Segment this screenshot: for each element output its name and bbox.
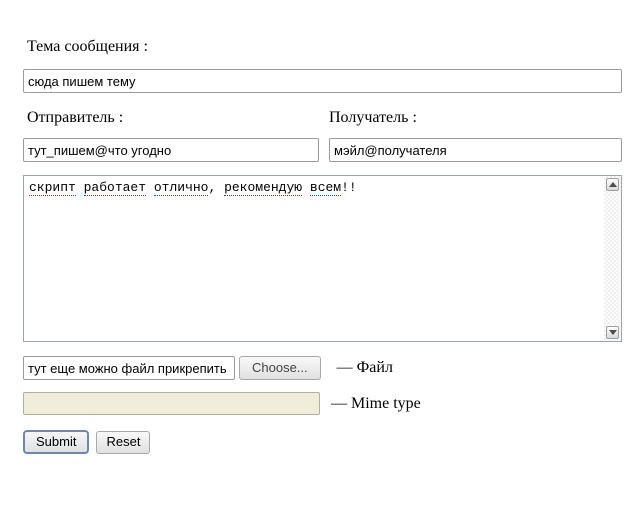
sender-label: Отправитель : <box>23 109 319 127</box>
down-arrow-icon <box>609 330 617 335</box>
recipient-label: Получатель : <box>329 109 622 127</box>
address-row: Отправитель : Получатель : <box>23 109 622 162</box>
mime-type-input[interactable] <box>23 392 320 415</box>
reset-button[interactable]: Reset <box>96 431 150 454</box>
mail-form: Тема сообщения : Отправитель : Получател… <box>0 0 638 454</box>
scrollbar-up-button[interactable] <box>606 178 619 191</box>
mime-label: — Mime type <box>331 395 421 413</box>
subject-label: Тема сообщения : <box>23 38 622 56</box>
textarea-scrollbar[interactable] <box>604 176 621 341</box>
scrollbar-down-button[interactable] <box>606 326 619 339</box>
file-label: — Файл <box>337 359 393 377</box>
recipient-input[interactable] <box>329 138 622 162</box>
up-arrow-icon <box>609 182 617 187</box>
buttons-row: Submit Reset <box>23 430 622 454</box>
choose-file-button[interactable]: Choose... <box>239 356 321 380</box>
submit-button[interactable]: Submit <box>23 430 89 454</box>
sender-input[interactable] <box>23 138 319 162</box>
mime-row: — Mime type <box>23 392 622 415</box>
subject-input[interactable] <box>23 69 622 93</box>
recipient-column: Получатель : <box>329 109 622 162</box>
sender-column: Отправитель : <box>23 109 319 162</box>
file-row: Choose... — Файл <box>23 356 622 380</box>
file-name-input[interactable] <box>23 356 235 380</box>
message-text: скрипт работает отлично, рекомендую всем… <box>24 176 603 341</box>
message-textarea[interactable]: скрипт работает отлично, рекомендую всем… <box>23 175 622 342</box>
